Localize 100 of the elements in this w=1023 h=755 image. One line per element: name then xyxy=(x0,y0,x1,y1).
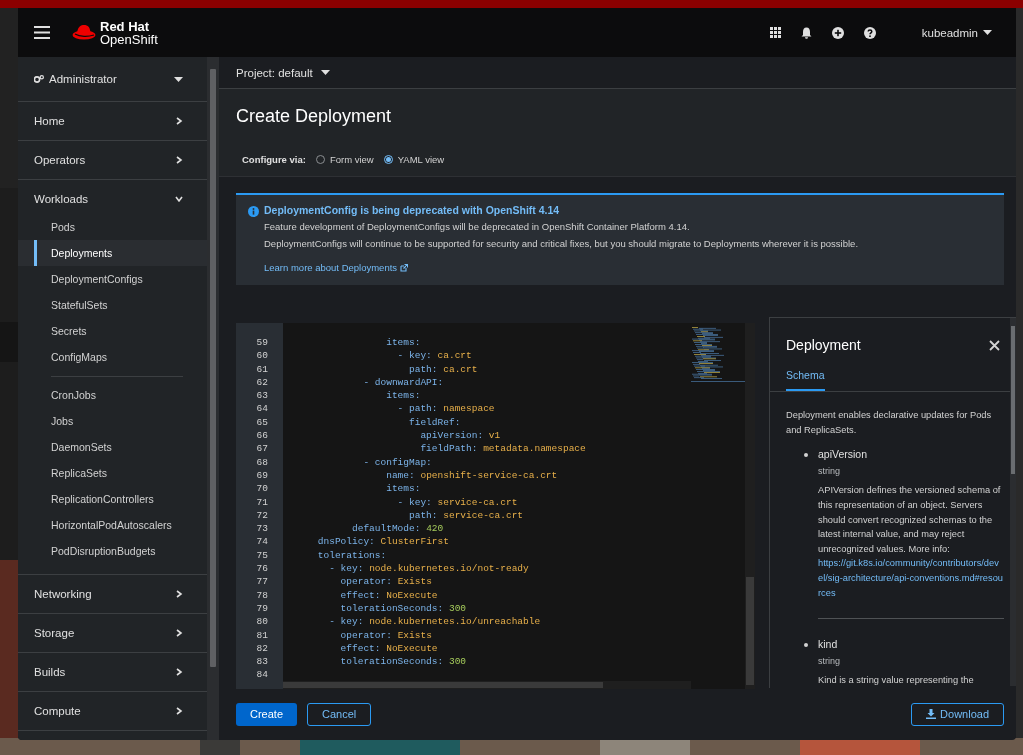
yaml-key: dnsPolicy: xyxy=(295,536,375,550)
line-number: 84 xyxy=(255,669,269,683)
line-number: 80 xyxy=(255,616,269,630)
line-number: 83 xyxy=(255,656,269,670)
menu-icon[interactable] xyxy=(34,26,50,39)
line-number: 61 xyxy=(255,363,269,377)
yaml-value: 300 xyxy=(448,602,467,616)
external-link-icon xyxy=(400,263,409,272)
yaml-value: v1 xyxy=(488,430,501,444)
nav-item[interactable]: ConfigMaps xyxy=(18,344,207,370)
nav-item[interactable]: StatefulSets xyxy=(18,292,207,318)
chevron-icon xyxy=(175,629,183,637)
line-number: 71 xyxy=(255,496,269,510)
line-number: 63 xyxy=(255,390,269,404)
yaml-key: - downwardAPI: xyxy=(295,376,444,391)
yaml-value: ca.crt xyxy=(437,350,472,364)
add-icon[interactable] xyxy=(831,26,844,39)
yaml-value: service-ca.crt xyxy=(443,509,524,523)
schema-tab[interactable]: Schema xyxy=(786,361,825,392)
property-type: string xyxy=(818,654,841,668)
chevron-icon xyxy=(175,707,183,715)
cancel-button[interactable]: Cancel xyxy=(307,702,372,726)
docs-link[interactable]: https://git.k8s.io/community/contributors/devel/sig-architecture/api-conventions.md#resources xyxy=(818,556,1004,601)
yaml-key: - configMap: xyxy=(295,456,432,470)
alert-text: DeploymentConfigs will continue to be supported for security and critical fixes, but you should migrate to Deployments wherever it is possible. xyxy=(264,237,860,251)
hat-icon xyxy=(72,24,96,41)
caret-icon xyxy=(174,76,183,82)
chevron-icon xyxy=(175,668,183,676)
yaml-key: - key: xyxy=(295,563,364,577)
line-number: 70 xyxy=(255,483,269,497)
chevron-icon xyxy=(175,590,183,598)
nav-item[interactable]: Deployments xyxy=(18,240,207,266)
yaml-key: - key: xyxy=(295,350,432,364)
alert-title: DeploymentConfig is being deprecated with OpenShift 4.14 xyxy=(264,204,561,217)
yaml-key: fieldPath: xyxy=(295,443,478,457)
minimap-drawing xyxy=(691,327,745,382)
panel-title: Deployment xyxy=(786,337,862,354)
user-menu[interactable]: kubeadmin xyxy=(921,26,992,39)
nav-item[interactable]: DaemonSets xyxy=(18,434,207,460)
page-title: Create Deployment xyxy=(236,105,392,127)
radio-option[interactable]: Form view xyxy=(315,154,374,165)
line-number: 76 xyxy=(255,563,269,577)
create-button[interactable]: Create xyxy=(236,702,298,726)
nav-section[interactable]: Networking xyxy=(18,575,207,613)
yaml-editor[interactable] xyxy=(236,323,755,689)
scrollbar[interactable] xyxy=(1010,318,1016,686)
yaml-key: - key: xyxy=(295,496,432,510)
yaml-key: fieldRef: xyxy=(295,416,461,431)
line-number: 60 xyxy=(255,350,269,364)
property-description: APIVersion defines the versioned schema of this representation of an object. Servers should convert recognized schemas to the latest internal value, and may reject unrecognized values. More info: xyxy=(818,484,1002,556)
nav-item[interactable]: CronJobs xyxy=(18,382,207,408)
yaml-key: path: xyxy=(295,509,438,524)
nav-section[interactable]: Storage xyxy=(18,614,207,652)
line-number: 81 xyxy=(255,629,269,643)
nav-item[interactable]: ReplicaSets xyxy=(18,460,207,486)
close-icon[interactable] xyxy=(989,339,1000,351)
chevron-icon xyxy=(175,156,183,164)
yaml-value: node.kubernetes.io/not-ready xyxy=(369,563,529,577)
nav-item[interactable]: HorizontalPodAutoscalers xyxy=(18,512,207,538)
nav-section[interactable]: Operators xyxy=(18,141,207,179)
nav-section[interactable]: Builds xyxy=(18,653,207,691)
learn-more-link[interactable]: Learn more about Deployments xyxy=(264,262,409,273)
yaml-key: items: xyxy=(295,390,421,404)
scrollbar[interactable] xyxy=(745,323,755,689)
yaml-value: 420 xyxy=(426,523,444,537)
download-button[interactable]: Download xyxy=(911,702,1004,726)
caret-icon xyxy=(983,30,992,35)
logo-text: OpenShift xyxy=(100,32,158,46)
yaml-value: Exists xyxy=(397,629,432,643)
yaml-value: openshift-service-ca.crt xyxy=(420,469,558,483)
property-type: string xyxy=(818,464,841,478)
line-number: 74 xyxy=(255,536,269,550)
nav-item[interactable]: DeploymentConfigs xyxy=(18,266,207,292)
chevron-icon xyxy=(175,195,183,203)
nav-section[interactable]: Compute xyxy=(18,692,207,730)
nav-item[interactable]: ReplicationControllers xyxy=(18,486,207,512)
nav-section[interactable]: Home xyxy=(18,102,207,140)
line-number: 72 xyxy=(255,509,269,523)
yaml-key: apiVersion: xyxy=(295,430,484,444)
logo-text: Red Hat xyxy=(100,19,151,33)
nav-item[interactable]: Jobs xyxy=(18,408,207,434)
scrollbar[interactable] xyxy=(207,57,219,740)
nav-item[interactable]: PodDisruptionBudgets xyxy=(18,538,207,564)
help-icon[interactable] xyxy=(863,26,876,39)
yaml-key: defaultMode: xyxy=(295,523,421,537)
app-grid-icon[interactable] xyxy=(769,27,781,38)
property-name: apiVersion xyxy=(818,447,869,462)
line-number: 65 xyxy=(255,416,269,430)
line-number: 66 xyxy=(255,430,269,444)
nav-item[interactable]: Secrets xyxy=(18,318,207,344)
alert-text: Feature development of DeploymentConfigs will be deprecated in OpenShift Container Platform 4.14. xyxy=(264,220,691,234)
scrollbar[interactable] xyxy=(283,681,691,689)
radio-option[interactable]: YAML view xyxy=(383,154,445,165)
download-icon xyxy=(926,709,937,719)
yaml-value: ca.crt xyxy=(443,363,478,377)
line-number: 69 xyxy=(255,469,269,483)
line-number: 77 xyxy=(255,576,269,590)
yaml-key: items: xyxy=(295,483,421,497)
yaml-value: service-ca.crt xyxy=(437,496,518,510)
bell-icon[interactable] xyxy=(800,26,812,39)
